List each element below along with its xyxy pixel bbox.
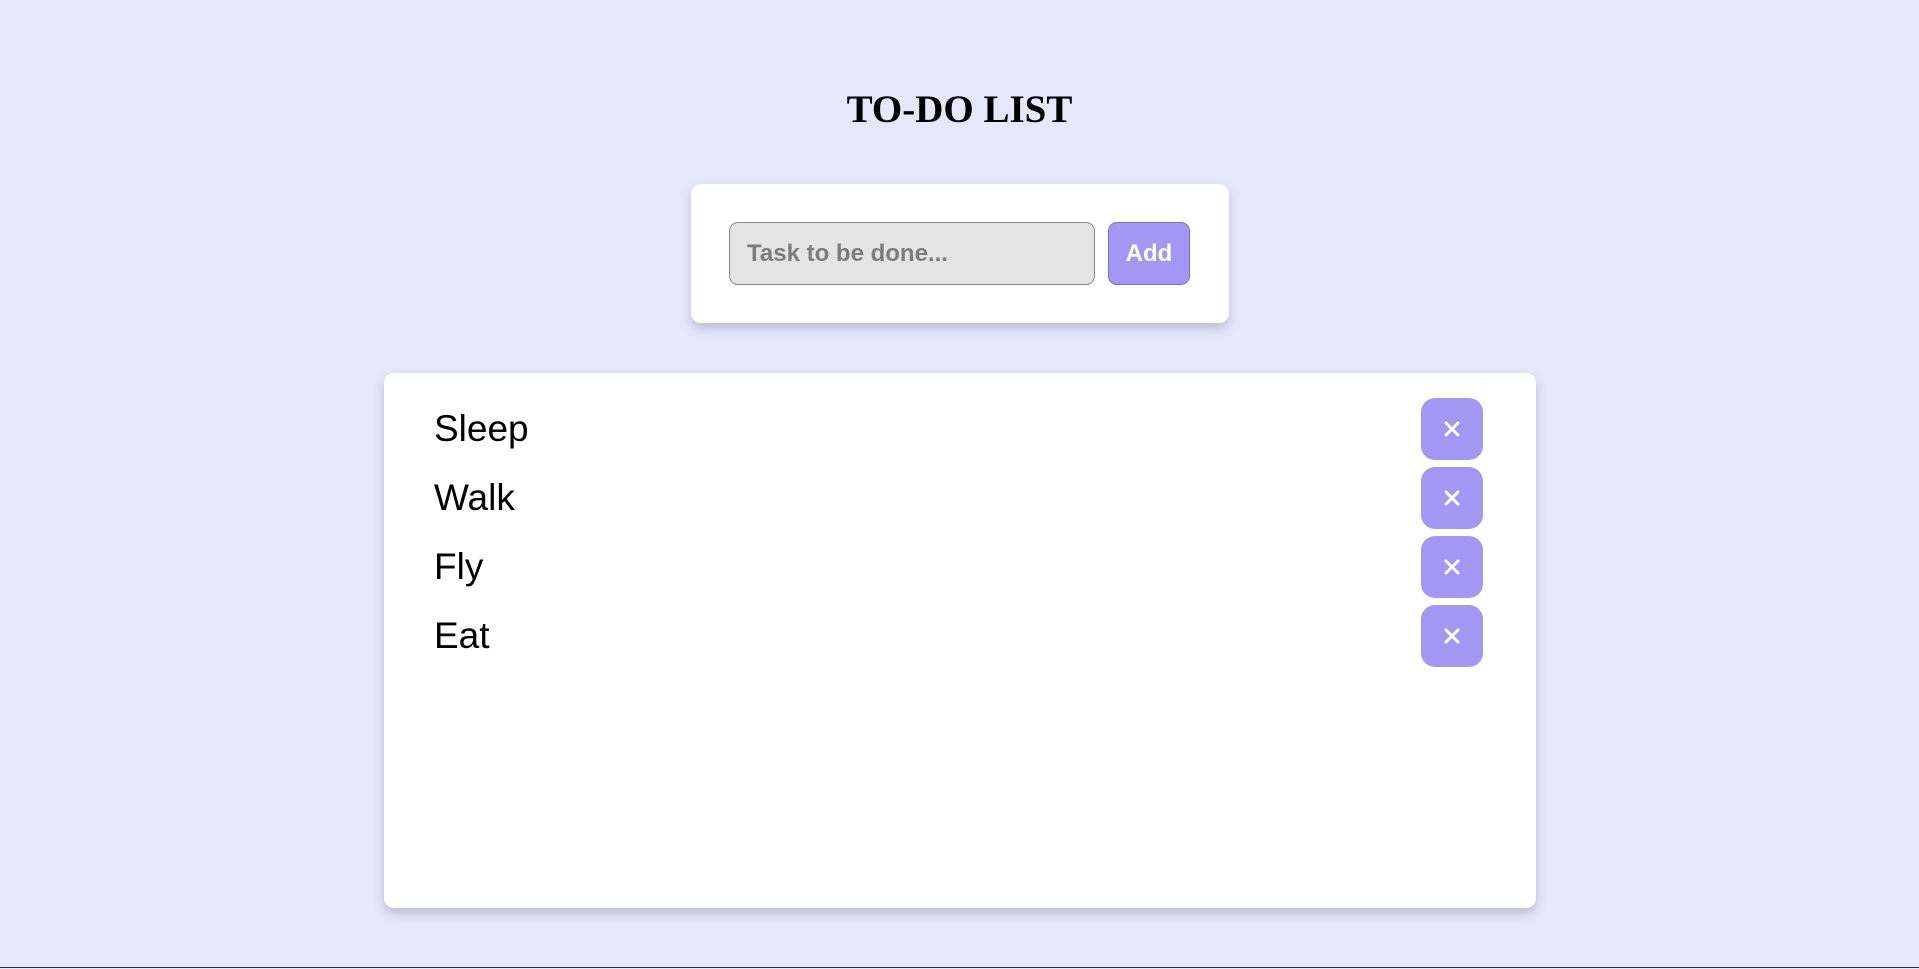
task-text: Eat <box>434 615 490 656</box>
close-icon <box>1444 559 1460 575</box>
task-list-card: Sleep Walk Fly Eat <box>384 373 1536 908</box>
task-item-fly: Fly <box>384 536 1536 598</box>
page-title: TO-DO LIST <box>846 88 1073 131</box>
task-text: Walk <box>434 477 515 518</box>
delete-task-button[interactable] <box>1421 536 1483 598</box>
task-input[interactable] <box>729 222 1095 285</box>
task-item-eat: Eat <box>384 605 1536 667</box>
delete-task-button[interactable] <box>1421 605 1483 667</box>
delete-task-button[interactable] <box>1421 398 1483 460</box>
close-icon <box>1444 421 1460 437</box>
close-icon <box>1444 490 1460 506</box>
delete-task-button[interactable] <box>1421 467 1483 529</box>
task-text: Fly <box>434 546 484 587</box>
add-task-card: Add <box>691 184 1229 323</box>
add-button[interactable]: Add <box>1108 222 1190 285</box>
close-icon <box>1444 628 1460 644</box>
page: TO-DO LIST Add Sleep Walk <box>0 0 1919 968</box>
task-item-sleep: Sleep <box>384 398 1536 460</box>
task-list: Sleep Walk Fly Eat <box>384 398 1536 674</box>
task-text: Sleep <box>434 408 529 449</box>
task-item-walk: Walk <box>384 467 1536 529</box>
